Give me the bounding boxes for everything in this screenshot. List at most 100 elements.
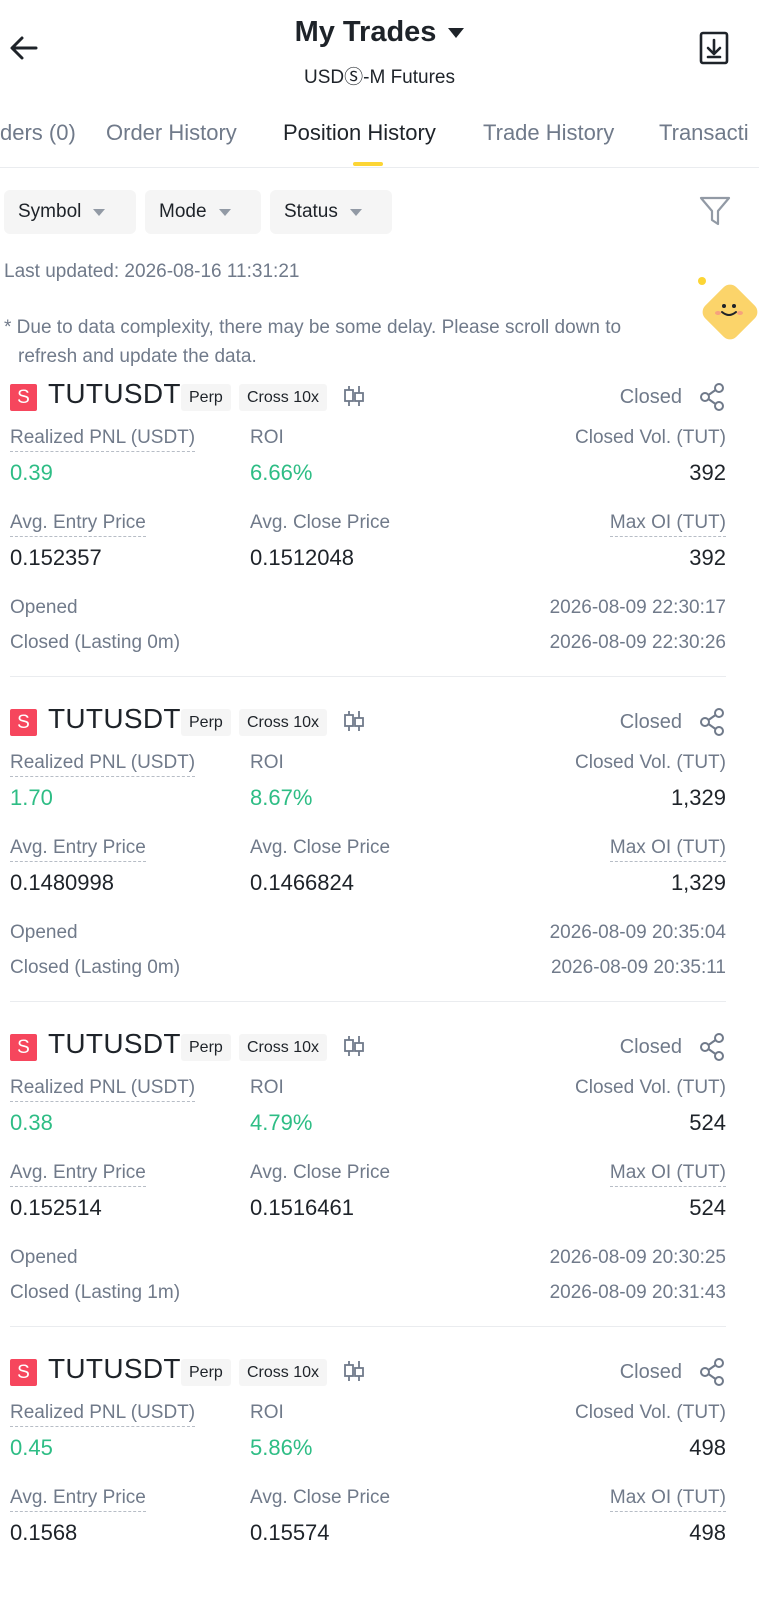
avg-entry-label[interactable]: Avg. Entry Price (10, 837, 146, 862)
closed-vol-label: Closed Vol. (TUT) (575, 752, 726, 773)
candlestick-chart-icon[interactable] (342, 1034, 366, 1058)
share-icon[interactable] (699, 1358, 725, 1386)
avg-close-label: Avg. Close Price (250, 512, 391, 533)
margin-mode-tag: Cross 10x (239, 384, 328, 411)
closed-vol-label: Closed Vol. (TUT) (575, 1402, 726, 1423)
roi-value: 5.86% (250, 1435, 313, 1460)
margin-mode-tag: Cross 10x (239, 709, 328, 736)
position-card[interactable]: S TUTUSDT Perp Cross 10x Closed Realized… (0, 1347, 759, 1600)
candlestick-chart-icon[interactable] (342, 1359, 366, 1383)
caret-down-icon (349, 208, 362, 216)
max-oi-value: 498 (689, 1520, 726, 1545)
opened-time: 2026-08-09 22:30:17 (549, 597, 726, 618)
symbol-name[interactable]: TUTUSDT (48, 1353, 181, 1385)
closed-lasting-label: Closed (Lasting 0m) (10, 957, 181, 978)
avg-entry-value: 0.152357 (10, 545, 102, 570)
roi-value: 8.67% (250, 785, 313, 810)
symbol-name[interactable]: TUTUSDT (48, 703, 181, 735)
tab-open-orders[interactable]: ders (0) (0, 120, 76, 146)
avg-entry-label[interactable]: Avg. Entry Price (10, 512, 146, 537)
tab-transaction-history[interactable]: Transacti (659, 120, 749, 146)
active-tab-indicator (353, 162, 383, 166)
contract-type-tag: Perp (181, 1034, 231, 1061)
notice-line-1: * Due to data complexity, there may be s… (4, 317, 622, 338)
tab-bar: ders (0) Order History Position History … (0, 110, 759, 168)
closed-lasting-label: Closed (Lasting 0m) (10, 632, 181, 653)
opened-label: Opened (10, 597, 78, 618)
closed-vol-value: 1,329 (670, 785, 726, 810)
closed-time: 2026-08-09 20:31:43 (549, 1282, 726, 1303)
tab-order-history[interactable]: Order History (106, 120, 237, 146)
opened-time: 2026-08-09 20:30:25 (549, 1247, 726, 1268)
realized-pnl-label[interactable]: Realized PNL (USDT) (10, 1402, 196, 1427)
short-side-badge: S (10, 1034, 37, 1061)
avg-entry-value: 0.1480998 (10, 870, 114, 895)
short-side-badge: S (10, 384, 37, 411)
roi-label: ROI (250, 1402, 284, 1423)
share-icon[interactable] (699, 1033, 725, 1061)
opened-label: Opened (10, 922, 78, 943)
realized-pnl-value: 0.39 (10, 460, 53, 485)
notice-line-2: refresh and update the data. (18, 346, 257, 367)
realized-pnl-label[interactable]: Realized PNL (USDT) (10, 752, 196, 777)
avg-entry-label[interactable]: Avg. Entry Price (10, 1487, 146, 1512)
page-title: My Trades (294, 16, 437, 48)
assistant-mascot-icon[interactable] (696, 276, 759, 346)
position-card[interactable]: S TUTUSDT Perp Cross 10x Closed Realized… (0, 1022, 759, 1352)
funnel-filter-icon[interactable] (698, 194, 732, 228)
caret-down-icon (448, 27, 465, 38)
closed-time: 2026-08-09 22:30:26 (549, 632, 726, 653)
margin-mode-tag: Cross 10x (239, 1359, 328, 1386)
position-card[interactable]: S TUTUSDT Perp Cross 10x Closed Realized… (0, 372, 759, 702)
mode-filter[interactable]: Mode (145, 190, 261, 234)
realized-pnl-label[interactable]: Realized PNL (USDT) (10, 427, 196, 452)
card-divider (10, 1326, 726, 1327)
roi-label: ROI (250, 752, 284, 773)
contract-type-tag: Perp (181, 384, 231, 411)
symbol-name[interactable]: TUTUSDT (48, 378, 181, 410)
max-oi-label[interactable]: Max OI (TUT) (609, 1162, 726, 1187)
avg-close-value: 0.1516461 (250, 1195, 354, 1220)
symbol-name[interactable]: TUTUSDT (48, 1028, 181, 1060)
position-status: Closed (619, 386, 682, 408)
max-oi-value: 524 (689, 1195, 726, 1220)
short-side-badge: S (10, 1359, 37, 1386)
closed-vol-label: Closed Vol. (TUT) (575, 427, 726, 448)
closed-time: 2026-08-09 20:35:11 (550, 957, 726, 978)
roi-label: ROI (250, 1077, 284, 1098)
contract-type-tag: Perp (181, 1359, 231, 1386)
symbol-filter[interactable]: Symbol (4, 190, 136, 234)
title-dropdown[interactable]: My Trades (0, 16, 759, 49)
position-card[interactable]: S TUTUSDT Perp Cross 10x Closed Realized… (0, 697, 759, 1027)
tab-trade-history[interactable]: Trade History (483, 120, 614, 146)
status-filter[interactable]: Status (270, 190, 392, 234)
max-oi-label[interactable]: Max OI (TUT) (609, 837, 726, 862)
avg-entry-value: 0.152514 (10, 1195, 102, 1220)
position-status: Closed (619, 1361, 682, 1383)
closed-vol-value: 498 (689, 1435, 726, 1460)
realized-pnl-label[interactable]: Realized PNL (USDT) (10, 1077, 196, 1102)
filter-bar: Symbol Mode Status (0, 190, 759, 234)
max-oi-label[interactable]: Max OI (TUT) (609, 1487, 726, 1512)
realized-pnl-value: 0.38 (10, 1110, 53, 1135)
roi-value: 4.79% (250, 1110, 313, 1135)
closed-vol-label: Closed Vol. (TUT) (575, 1077, 726, 1098)
opened-time: 2026-08-09 20:35:04 (549, 922, 726, 943)
page-subtitle: USDⓈ-M Futures (304, 67, 455, 88)
share-icon[interactable] (699, 708, 725, 736)
avg-close-value: 0.1466824 (250, 870, 354, 895)
avg-close-label: Avg. Close Price (250, 1162, 391, 1183)
max-oi-label[interactable]: Max OI (TUT) (609, 512, 726, 537)
candlestick-chart-icon[interactable] (342, 384, 366, 408)
position-status: Closed (619, 1036, 682, 1058)
tab-position-history[interactable]: Position History (283, 120, 436, 146)
position-status: Closed (619, 711, 682, 733)
caret-down-icon (218, 208, 231, 216)
avg-entry-label[interactable]: Avg. Entry Price (10, 1162, 146, 1187)
candlestick-chart-icon[interactable] (342, 709, 366, 733)
closed-lasting-label: Closed (Lasting 1m) (10, 1282, 181, 1303)
share-icon[interactable] (699, 383, 725, 411)
download-icon[interactable] (699, 31, 729, 65)
caret-down-icon (93, 208, 106, 216)
avg-close-label: Avg. Close Price (250, 837, 391, 858)
